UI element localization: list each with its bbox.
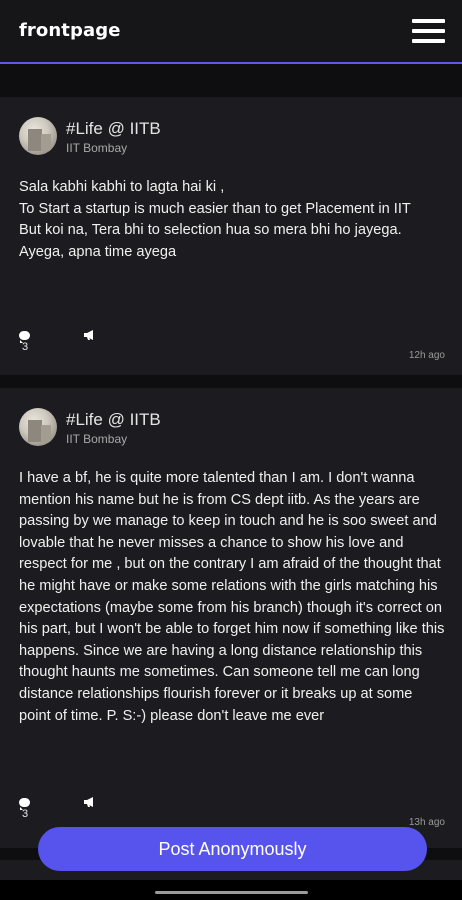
megaphone-icon [84, 797, 93, 807]
post-body: I have a bf, he is quite more talented t… [19, 470, 445, 724]
post-institute: IIT Bombay [66, 141, 128, 155]
comment-button[interactable]: 3 [19, 796, 30, 820]
report-button[interactable] [83, 796, 97, 812]
comment-icon [19, 331, 30, 343]
post-hashtag[interactable]: #Life @ IITB [66, 410, 161, 430]
post-body: Sala kabhi kabhi to lagta hai ki , To St… [19, 179, 411, 260]
post-anonymously-button[interactable]: Post Anonymously [38, 827, 427, 871]
post-hashtag[interactable]: #Life @ IITB [66, 119, 161, 139]
post-time: 12h ago [408, 350, 445, 361]
comment-icon [19, 798, 30, 810]
app-bar-accent-line [0, 62, 462, 64]
home-gesture-bar[interactable] [155, 891, 308, 894]
app-brand[interactable]: frontpage [19, 20, 121, 41]
avatar [19, 117, 57, 155]
comment-button[interactable]: 3 [19, 329, 30, 353]
hamburger-menu-icon[interactable] [412, 19, 445, 44]
post-card[interactable]: #Life @ IITB IIT Bombay Sala kabhi kabhi… [0, 97, 462, 375]
avatar [19, 408, 57, 446]
system-nav-bar [0, 880, 462, 900]
post-institute: IIT Bombay [66, 432, 128, 446]
app-bar: frontpage [0, 0, 462, 62]
feed-screen: frontpage #Life @ IITB IIT Bombay Sala k… [0, 0, 462, 900]
megaphone-icon [84, 330, 93, 340]
report-button[interactable] [83, 329, 97, 345]
post-time: 13h ago [408, 817, 445, 828]
post-card[interactable]: #Life @ IITB IIT Bombay I have a bf, he … [0, 388, 462, 848]
